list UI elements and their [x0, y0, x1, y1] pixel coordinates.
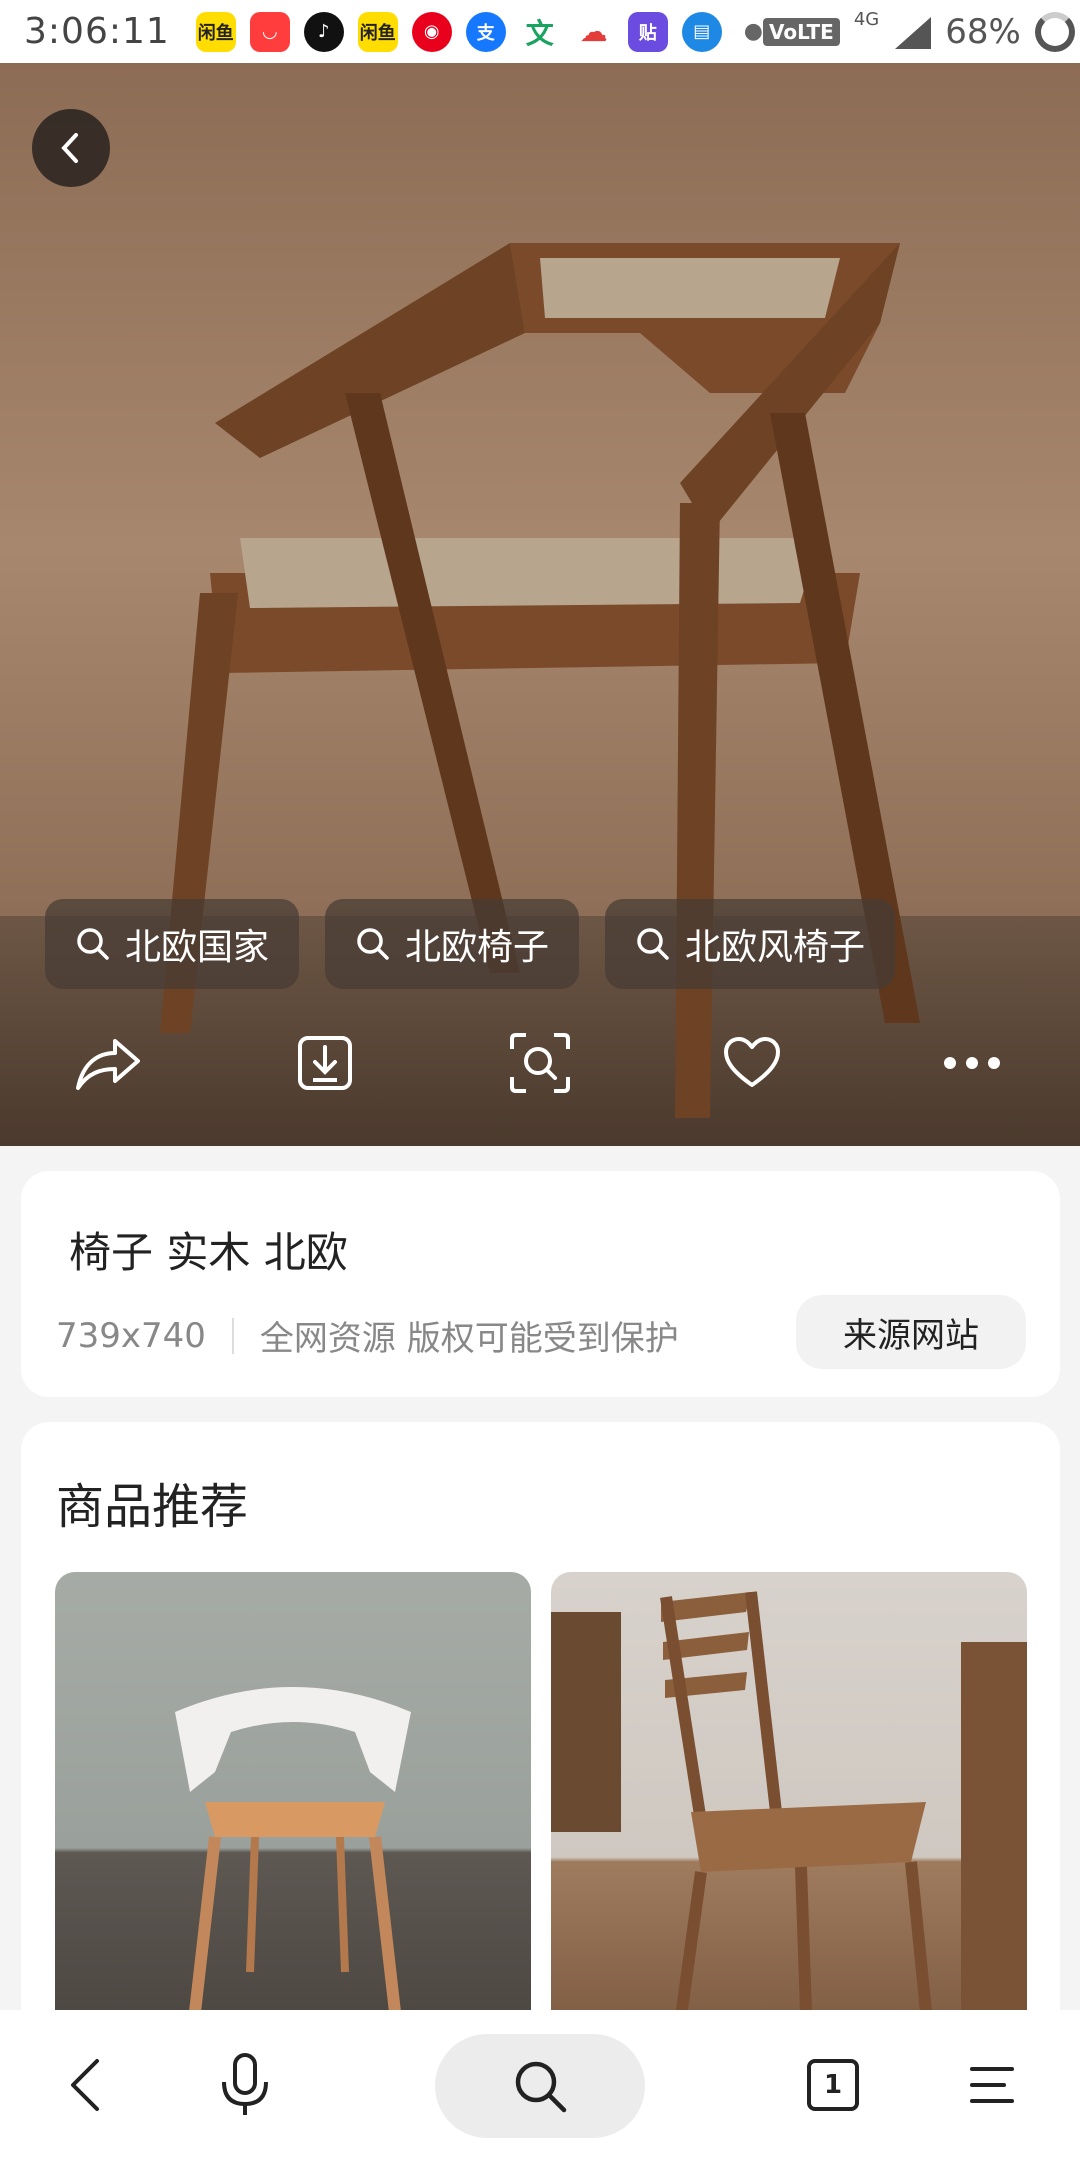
favorite-button[interactable]: [712, 1023, 792, 1103]
download-button[interactable]: [285, 1023, 365, 1103]
network-type: 4G: [853, 9, 880, 30]
microphone-icon: [222, 2053, 268, 2115]
volte-badge: VoLTE: [762, 17, 840, 46]
chevron-left-icon: [71, 2059, 99, 2111]
wood-chair-illustration: [551, 1591, 1027, 2032]
battery-level: 68%: [945, 11, 1021, 52]
copyright-notice: 全网资源 版权可能受到保护: [259, 1319, 679, 1359]
notification-icons: 闲鱼 ◡ ♪ 闲鱼 ◉ 支 文 ☁ 贴 ▤ ●: [195, 11, 763, 52]
search-chip[interactable]: 北欧风椅子: [605, 899, 896, 989]
hero-image[interactable]: 北欧国家 北欧椅子 北欧风椅子: [0, 63, 1080, 1146]
tabs-button[interactable]: 1: [783, 2035, 883, 2135]
heart-icon: [724, 1037, 780, 1087]
share-button[interactable]: [68, 1023, 148, 1103]
search-chips: 北欧国家 北欧椅子 北欧风椅子: [45, 899, 896, 989]
search-icon: [515, 2061, 567, 2113]
image-title: 椅子 实木 北欧: [69, 1228, 348, 1277]
meta-divider: [231, 1317, 234, 1354]
wen-icon: 文: [519, 11, 560, 52]
bottom-navigation: 1: [0, 2010, 1080, 2160]
menu-icon: [970, 2067, 1014, 2103]
tiktok-icon: ♪: [303, 11, 344, 52]
taobao-icon: ◡: [249, 11, 290, 52]
product-image-white-chair[interactable]: [55, 1572, 531, 2032]
status-right: VoLTE 4G 68%: [762, 9, 1075, 52]
download-icon: [298, 1036, 352, 1090]
status-time: 3:06:11: [24, 11, 170, 52]
white-chair-illustration: [175, 1687, 411, 2013]
search-icon: [357, 928, 389, 960]
more-notifications-dot: ●: [743, 19, 763, 44]
search-icon: [637, 928, 669, 960]
app-red-icon: ◉: [411, 11, 452, 52]
menu-button[interactable]: [942, 2035, 1042, 2135]
more-button[interactable]: [932, 1023, 1012, 1103]
image-meta: 739x740 全网资源 版权可能受到保护: [56, 1311, 679, 1360]
search-icon: [77, 928, 109, 960]
search-chip-label: 北欧风椅子: [685, 927, 866, 968]
image-actions: [0, 1023, 1080, 1133]
status-bar: 3:06:11 闲鱼 ◡ ♪ 闲鱼 ◉ 支 文 ☁ 贴 ▤ ● VoLTE 4G…: [0, 0, 1080, 63]
search-chip[interactable]: 北欧椅子: [325, 899, 580, 989]
voice-search-button[interactable]: [195, 2035, 295, 2135]
tieba-icon: 贴: [627, 11, 668, 52]
back-button[interactable]: [32, 109, 110, 187]
xianyu-icon-2: 闲鱼: [357, 11, 398, 52]
nav-back-button[interactable]: [35, 2035, 135, 2135]
tab-count-badge: 1: [807, 2059, 859, 2111]
chevron-left-icon: [61, 133, 78, 163]
xianyu-icon: 闲鱼: [195, 11, 236, 52]
alipay-icon: 支: [465, 11, 506, 52]
search-chip-label: 北欧国家: [125, 927, 270, 968]
source-site-button[interactable]: 来源网站: [796, 1295, 1026, 1369]
cloud-icon: ☁: [573, 11, 614, 52]
nav-search-button[interactable]: [435, 2034, 645, 2138]
search-chip[interactable]: 北欧国家: [45, 899, 300, 989]
product-image-wood-chair[interactable]: [551, 1572, 1027, 2032]
battery-icon: [1034, 11, 1075, 52]
image-dimensions: 739x740: [56, 1315, 206, 1356]
search-chip-label: 北欧椅子: [405, 927, 550, 968]
image-search-button[interactable]: [500, 1023, 580, 1103]
more-icon: [944, 1057, 1000, 1069]
section-title: 商品推荐: [56, 1479, 249, 1535]
image-info-card: 椅子 实木 北欧 739x740 全网资源 版权可能受到保护 来源网站: [21, 1171, 1060, 1397]
scan-search-icon: [510, 1033, 570, 1093]
share-icon: [76, 1039, 140, 1090]
blue-app-icon: ▤: [681, 11, 722, 52]
signal-icon: [893, 15, 932, 49]
